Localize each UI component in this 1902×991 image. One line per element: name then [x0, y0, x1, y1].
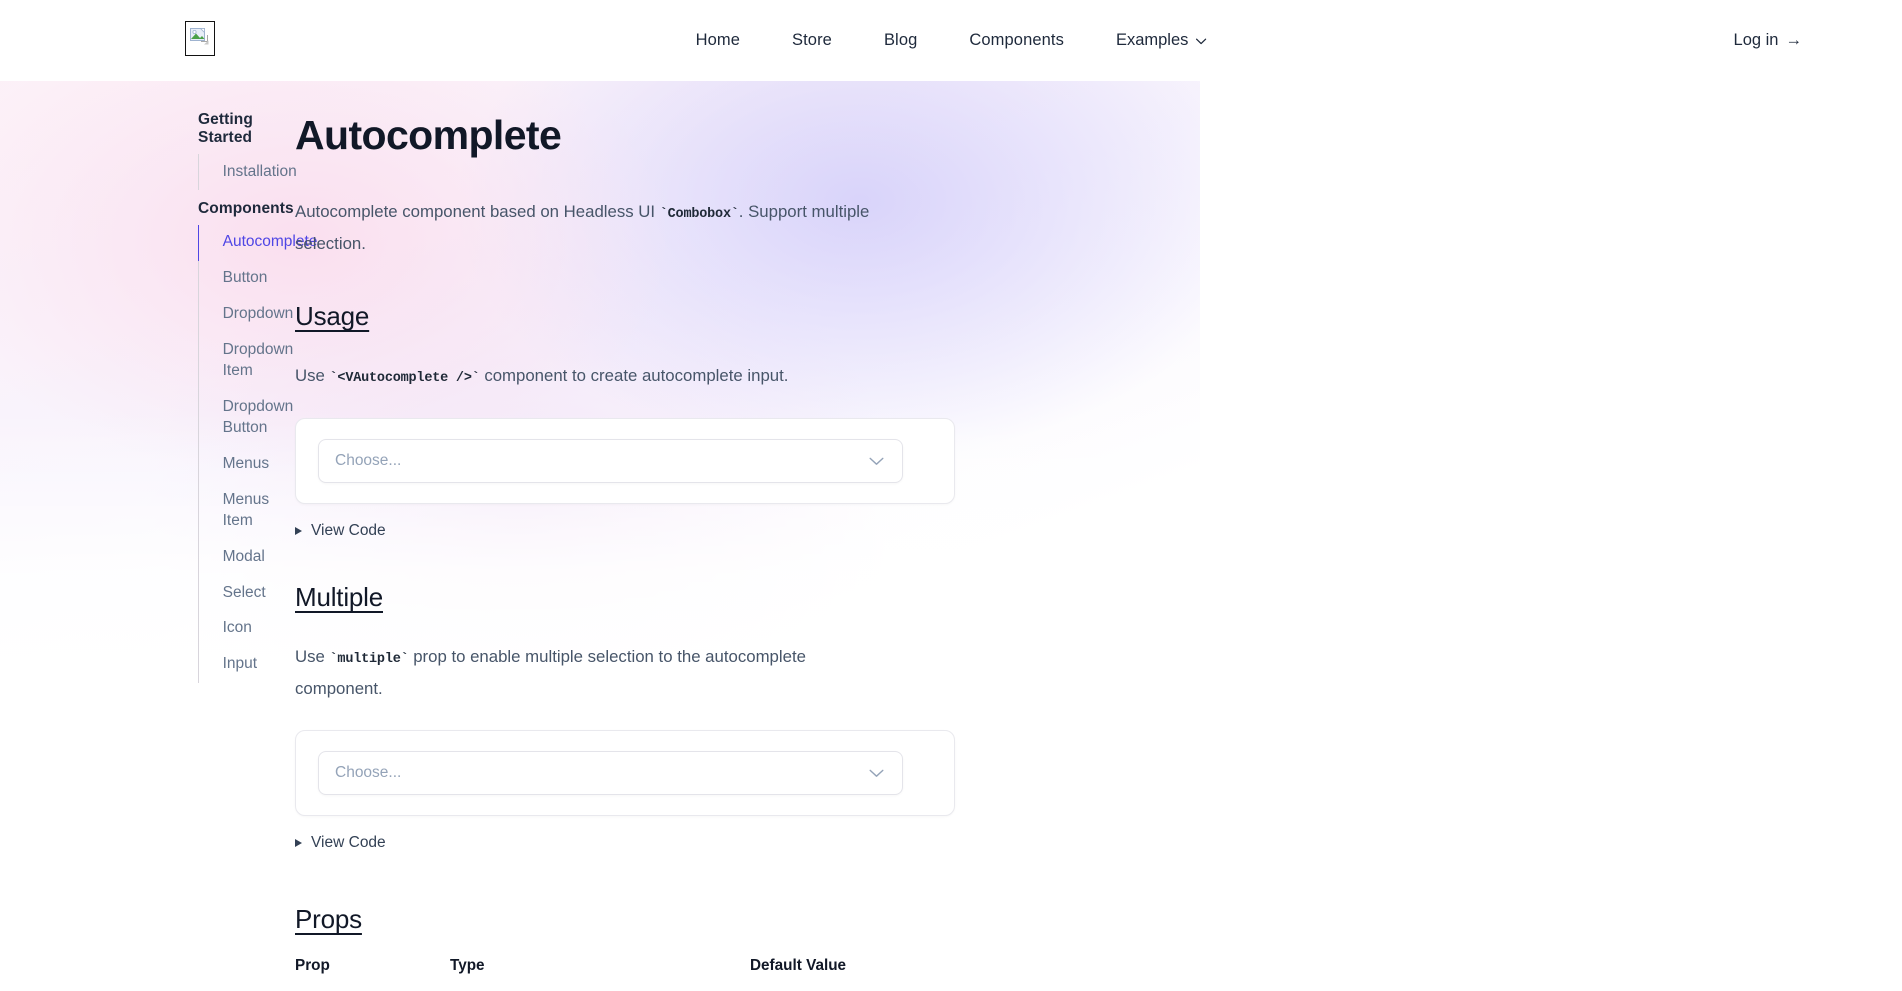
- autocomplete-combobox-multiple[interactable]: Choose...: [318, 751, 903, 796]
- intro-text-before: Autocomplete component based on Headless…: [295, 202, 660, 222]
- sidebar-item-dropdown-button[interactable]: Dropdown Button: [198, 390, 295, 447]
- list-item: Autocomplete: [197, 224, 317, 261]
- sidebar-item-menus-item[interactable]: Menus Item: [198, 482, 295, 539]
- nav-link-home[interactable]: Home: [670, 23, 766, 58]
- multiple-demo-card: Choose...: [295, 730, 955, 817]
- docs-sidebar: Getting Started Installation Components …: [0, 111, 317, 991]
- page-layout: Getting Started Installation Components …: [0, 81, 1902, 991]
- list-item: Menus: [199, 446, 295, 482]
- list-item: Icon: [199, 611, 295, 647]
- combobox-placeholder-single: Choose...: [335, 452, 402, 470]
- column-header-default-value: Default Value: [750, 957, 955, 991]
- chevron-down-icon: [1195, 31, 1207, 50]
- nav-dropdown-label: Examples: [1115, 31, 1189, 49]
- list-item: Modal: [199, 539, 295, 575]
- list-item: Installation: [198, 154, 297, 190]
- multiple-inline-code: `multiple`: [329, 652, 409, 668]
- broken-image-icon: [185, 20, 215, 56]
- usage-text-before: Use: [295, 366, 330, 386]
- section-heading-usage: Usage: [295, 301, 370, 332]
- multiple-paragraph: Use `multiple` prop to enable multiple s…: [295, 641, 895, 704]
- site-logo[interactable]: [185, 20, 215, 56]
- nav-link-blog[interactable]: Blog: [858, 23, 943, 58]
- column-header-prop: Prop: [295, 957, 450, 991]
- list-item: Select: [199, 575, 295, 611]
- triangle-right-icon: [295, 527, 302, 536]
- triangle-right-icon: [295, 839, 302, 848]
- sidebar-list-components: Autocomplete Button Dropdown Dropdown It…: [197, 224, 317, 683]
- column-header-type: Type: [450, 957, 750, 991]
- view-code-toggle-multiple[interactable]: View Code: [295, 834, 386, 852]
- chevron-down-icon[interactable]: [866, 763, 886, 783]
- sidebar-item-icon[interactable]: Icon: [198, 611, 295, 647]
- intro-inline-code: `Combobox`: [659, 207, 739, 223]
- usage-demo-card: Choose...: [295, 418, 955, 505]
- usage-inline-code: `<VAutocomplete />`: [329, 371, 480, 387]
- sidebar-item-installation[interactable]: Installation: [198, 154, 297, 190]
- usage-paragraph: Use `<VAutocomplete />` component to cre…: [295, 360, 895, 392]
- page-title: Autocomplete: [295, 112, 562, 158]
- sidebar-item-autocomplete[interactable]: Autocomplete: [197, 224, 317, 261]
- view-code-label: View Code: [311, 522, 386, 540]
- nav-link-components[interactable]: Components: [943, 23, 1090, 58]
- sidebar-item-button[interactable]: Button: [198, 261, 295, 297]
- sidebar-group-title-components: Components: [198, 199, 294, 217]
- autocomplete-combobox-single[interactable]: Choose...: [318, 439, 903, 484]
- login-button[interactable]: Log in →: [1734, 31, 1802, 50]
- sidebar-item-input[interactable]: Input: [198, 647, 295, 683]
- arrow-right-icon: →: [1785, 31, 1803, 49]
- nav-dropdown-examples[interactable]: Examples: [1090, 23, 1232, 58]
- props-table-head: Prop Type Default Value: [295, 957, 955, 991]
- combobox-placeholder-multiple: Choose...: [335, 764, 402, 782]
- sidebar-item-dropdown[interactable]: Dropdown: [198, 297, 295, 333]
- view-code-toggle-usage[interactable]: View Code: [295, 522, 386, 540]
- sidebar-group-title-getting-started: Getting Started: [198, 111, 253, 146]
- page-body: Getting Started Installation Components …: [0, 81, 1902, 991]
- table-header-row: Prop Type Default Value: [295, 957, 955, 991]
- multiple-text-before: Use: [295, 647, 330, 667]
- sidebar-item-modal[interactable]: Modal: [198, 539, 295, 575]
- sidebar-item-menus[interactable]: Menus: [198, 446, 295, 482]
- docs-content: Autocomplete Autocomplete component base…: [295, 111, 955, 991]
- usage-text-after: component to create autocomplete input.: [479, 366, 789, 386]
- page-intro-paragraph: Autocomplete component based on Headless…: [295, 196, 895, 259]
- view-code-label: View Code: [311, 834, 386, 852]
- list-item: Dropdown Item: [199, 333, 295, 390]
- login-label: Log in: [1733, 31, 1779, 49]
- list-item: Dropdown: [199, 297, 295, 333]
- section-heading-multiple: Multiple: [295, 582, 383, 613]
- sidebar-item-dropdown-item[interactable]: Dropdown Item: [198, 333, 295, 390]
- props-table: Prop Type Default Value `modelValue` `It…: [295, 957, 955, 991]
- section-heading-props: Props: [295, 904, 362, 935]
- nav-link-store[interactable]: Store: [766, 23, 858, 58]
- list-item: Button: [199, 261, 295, 297]
- list-item: Dropdown Button: [199, 390, 295, 447]
- list-item: Menus Item: [199, 482, 295, 539]
- sidebar-item-select[interactable]: Select: [198, 575, 295, 611]
- chevron-down-icon[interactable]: [866, 451, 886, 471]
- list-item: Input: [199, 647, 295, 683]
- site-header: Home Store Blog Components Examples Log …: [0, 0, 1902, 81]
- sidebar-list-getting-started: Installation: [198, 154, 297, 190]
- main-navigation: Home Store Blog Components Examples: [670, 23, 1233, 58]
